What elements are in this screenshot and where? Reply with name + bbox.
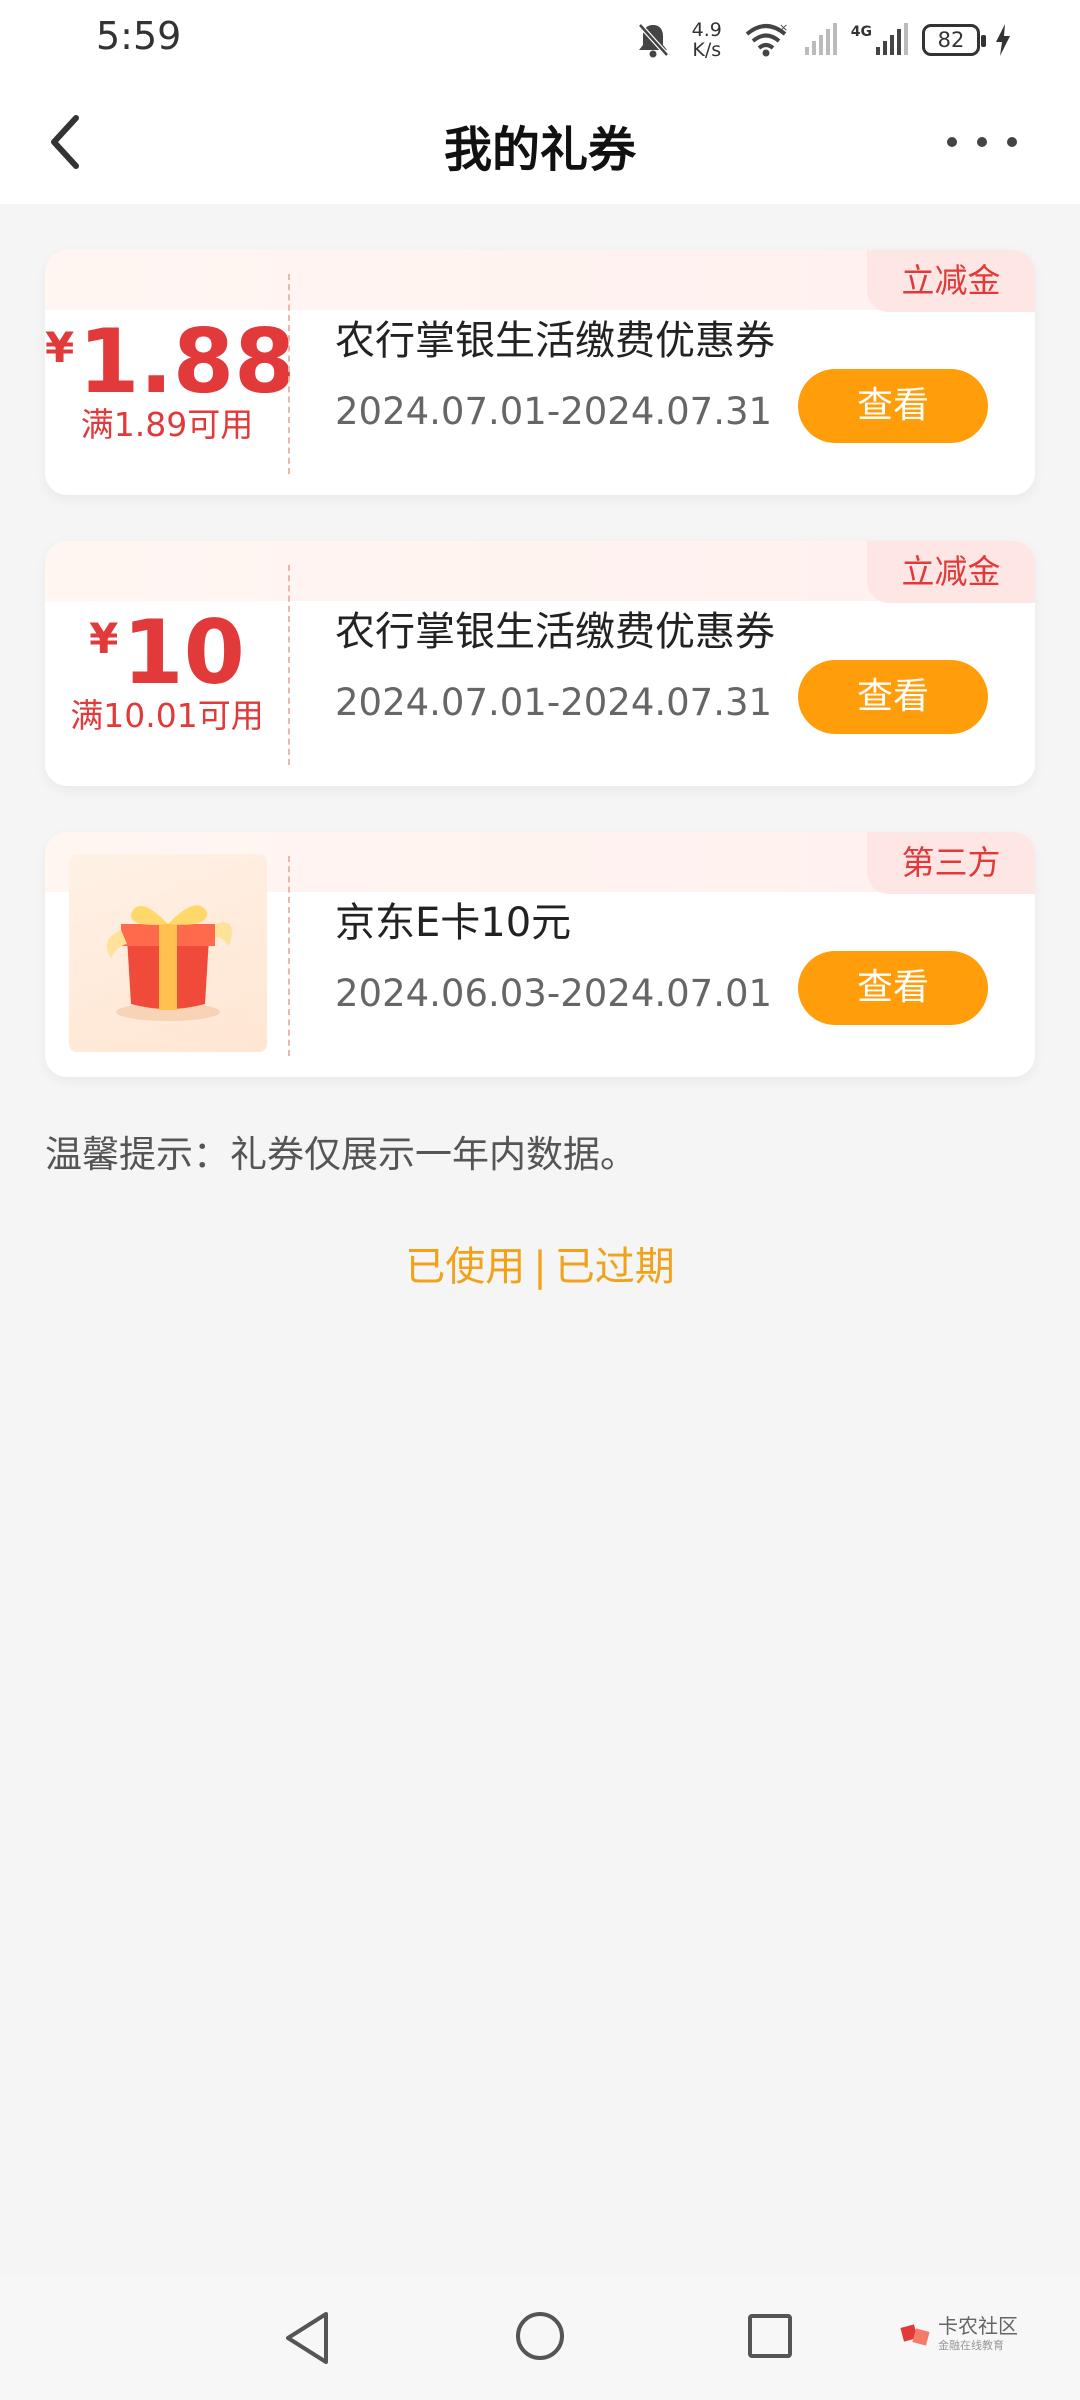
signal-icon (876, 23, 908, 55)
coupon-type-badge: 立减金 (867, 541, 1035, 603)
charging-icon (996, 24, 1010, 56)
currency-symbol: ¥ (89, 614, 119, 663)
coupon-card[interactable]: ¥1.88 满1.89可用 农行掌银生活缴费优惠券 2024.07.01-202… (45, 250, 1035, 495)
coupon-condition: 满1.89可用 (80, 405, 254, 444)
view-button[interactable]: 查看 (798, 951, 988, 1025)
coupon-value-area: ¥1.88 满1.89可用 (45, 250, 295, 495)
network-speed: 4.9 K/s (685, 20, 729, 60)
dashed-divider (288, 856, 290, 1056)
watermark-subtitle: 金融在线教育 (938, 2339, 1004, 2352)
tip-text: 温馨提示：礼券仅展示一年内数据。 (45, 1133, 637, 1176)
dashed-divider (288, 274, 290, 474)
coupon-card[interactable]: 京东E卡10元 2024.06.03-2024.07.01 第三方 查看 (45, 832, 1035, 1077)
watermark: 卡农社区 金融在线教育 (900, 2316, 1018, 2356)
network-speed-unit: K/s (692, 39, 722, 61)
currency-symbol: ¥ (45, 323, 75, 372)
coupon-title: 农行掌银生活缴费优惠券 (335, 318, 775, 364)
nav-back-icon[interactable] (282, 2310, 332, 2366)
wifi-icon: × (745, 22, 788, 57)
coupon-card[interactable]: ¥10 满10.01可用 农行掌银生活缴费优惠券 2024.07.01-2024… (45, 541, 1035, 786)
coupon-date-range: 2024.06.03-2024.07.01 (335, 972, 773, 1015)
network-speed-value: 4.9 (691, 19, 722, 41)
dashed-divider (288, 565, 290, 765)
system-nav-bar: 卡农社区 金融在线教育 (0, 2276, 1080, 2400)
used-link[interactable]: 已使用 (405, 1244, 525, 1290)
battery-level: 82 (937, 28, 965, 52)
nav-home-icon[interactable] (514, 2310, 566, 2362)
status-icons: 4.9 K/s × 4G 82 (635, 18, 1012, 62)
signal-icon (804, 23, 837, 55)
expired-link[interactable]: 已过期 (555, 1244, 675, 1290)
view-button[interactable]: 查看 (798, 660, 988, 734)
coupon-value-area: ¥10 满10.01可用 (45, 541, 289, 786)
status-bar: 5:59 4.9 K/s × 4G 82 (0, 0, 1080, 80)
coupon-date-range: 2024.07.01-2024.07.31 (335, 681, 773, 724)
coupon-amount: ¥10 (45, 591, 289, 701)
coupon-date-range: 2024.07.01-2024.07.31 (335, 390, 773, 433)
coupon-condition: 满10.01可用 (70, 696, 264, 735)
coupon-type-badge: 第三方 (867, 832, 1035, 894)
status-time: 5:59 (96, 14, 182, 58)
more-dots-icon[interactable] (932, 126, 1032, 158)
link-separator: | (533, 1244, 547, 1290)
page-title: 我的礼券 (443, 122, 636, 178)
coupon-title: 京东E卡10元 (335, 900, 572, 946)
gift-box-icon (69, 854, 267, 1052)
view-button[interactable]: 查看 (798, 369, 988, 443)
watermark-logo-icon (900, 2324, 930, 2346)
network-type-label: 4G (850, 24, 872, 40)
page-header: 我的礼券 (0, 80, 1080, 204)
bell-muted-icon (637, 23, 669, 58)
nav-recents-icon[interactable] (746, 2312, 794, 2360)
coupon-title: 农行掌银生活缴费优惠券 (335, 609, 775, 655)
gift-box-illustration (106, 905, 232, 1021)
coupon-type-badge: 立减金 (867, 250, 1035, 312)
history-links: 已使用 | 已过期 (0, 1234, 1080, 1292)
watermark-title: 卡农社区 (938, 2314, 1018, 2338)
svg-text:×: × (779, 22, 788, 34)
coupon-amount: ¥1.88 (45, 300, 295, 410)
watermark-text: 卡农社区 金融在线教育 (938, 2316, 1018, 2356)
battery-icon: 82 (922, 24, 986, 56)
